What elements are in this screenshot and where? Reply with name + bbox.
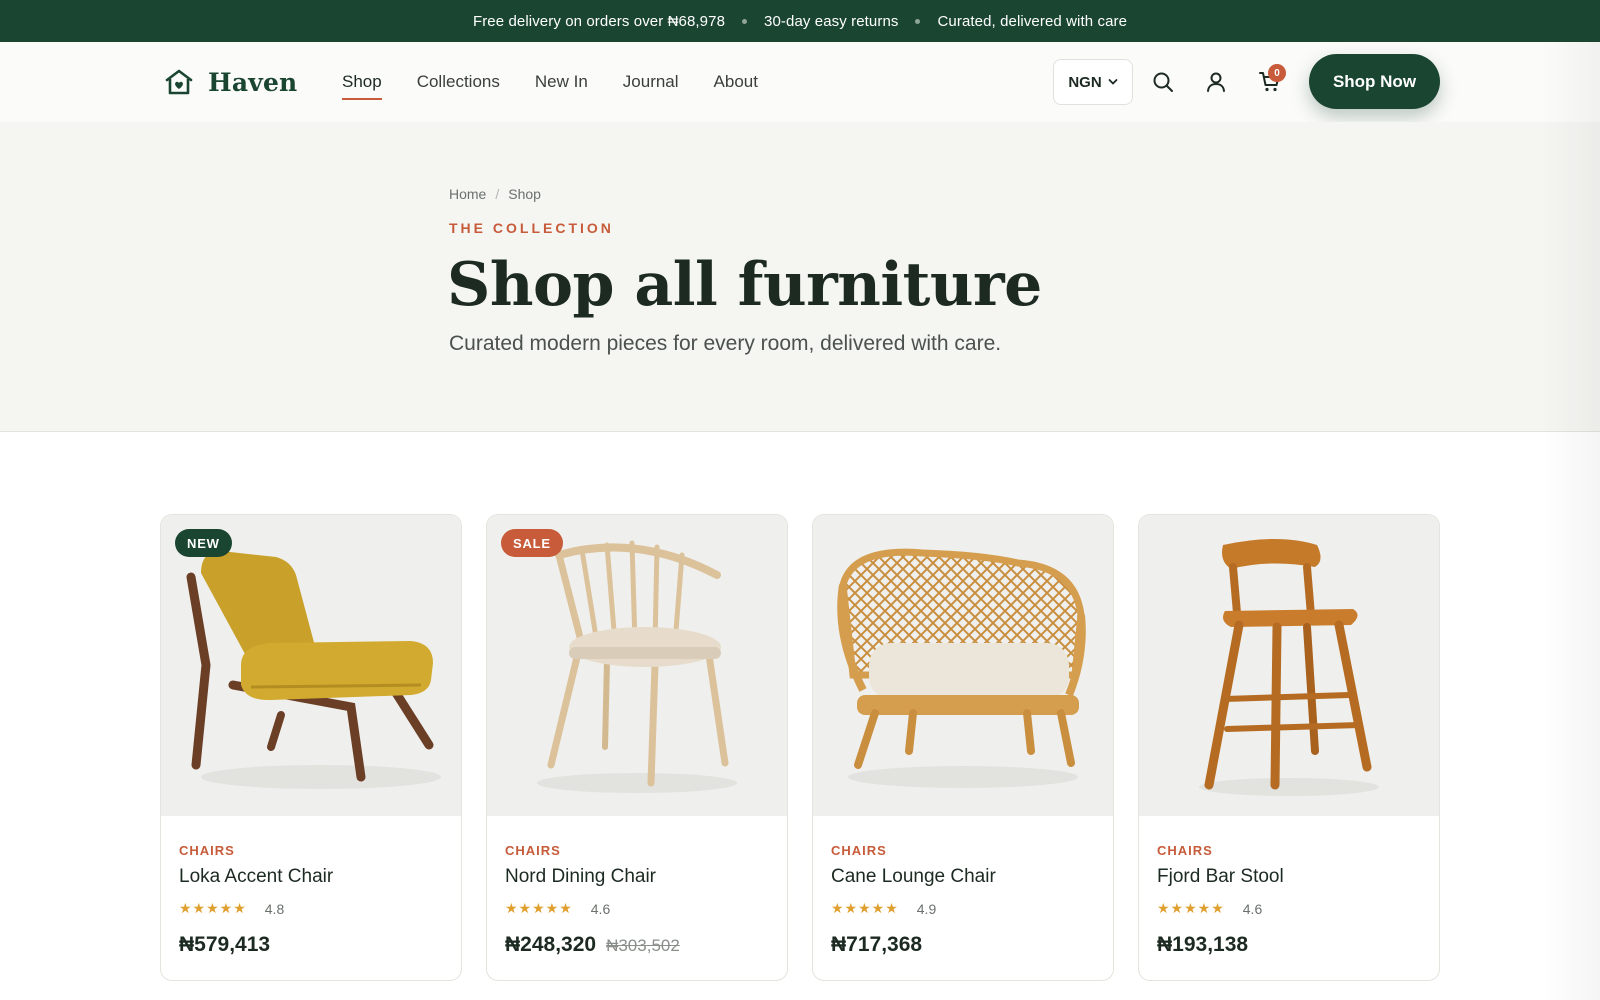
rating-stars: ★★★★★: [1157, 900, 1225, 916]
breadcrumb: Home / Shop: [449, 186, 541, 202]
page-subtitle: Curated modern pieces for every room, de…: [449, 332, 1002, 355]
site-header: Haven Shop Collections New In Journal Ab…: [0, 42, 1600, 122]
announcement-returns: 30-day easy returns: [764, 12, 899, 30]
section-eyebrow: THE COLLECTION: [449, 220, 614, 236]
product-rating: ★★★★★ 4.8: [179, 900, 284, 917]
nav-item-about[interactable]: About: [714, 70, 758, 94]
house-heart-icon: [165, 69, 193, 95]
currency-selector[interactable]: NGN: [1053, 59, 1133, 105]
separator-dot: [742, 18, 748, 24]
product-rating: ★★★★★ 4.6: [1157, 900, 1262, 917]
product-category: CHAIRS: [179, 843, 235, 858]
shop-now-button[interactable]: Shop Now: [1309, 54, 1440, 109]
product-price: ₦717,368: [831, 933, 923, 956]
product-image: [487, 515, 787, 816]
rating-value: 4.6: [1242, 900, 1263, 917]
product-grid: NEW CHAIRS Loka Accent Chair ★★★★★ 4.8 ₦…: [160, 514, 1442, 982]
price-row: ₦579,413: [179, 933, 270, 957]
product-price: ₦193,138: [1157, 933, 1249, 956]
sale-badge: SALE: [501, 529, 563, 557]
product-name[interactable]: Fjord Bar Stool: [1157, 866, 1284, 888]
announcement-bar: Free delivery on orders over ₦68,978 30-…: [0, 0, 1600, 42]
announcement-curated: Curated, delivered with care: [937, 12, 1128, 30]
product-price: ₦248,320: [505, 933, 597, 956]
original-price: ₦303,502: [606, 936, 680, 955]
brand-name: Haven: [208, 67, 298, 97]
accent-chair-image: [186, 551, 441, 789]
chevron-down-icon: [1108, 79, 1118, 85]
product-image: [161, 515, 461, 816]
account-icon[interactable]: [1204, 70, 1228, 94]
hero-section: Home / Shop THE COLLECTION Shop all furn…: [0, 122, 1600, 432]
product-image: [1139, 515, 1439, 816]
price-row: ₦248,320 ₦303,502: [505, 933, 680, 957]
rating-stars: ★★★★★: [505, 900, 573, 916]
product-rating: ★★★★★ 4.9: [831, 900, 936, 917]
product-image: [813, 515, 1113, 816]
brand-logo[interactable]: Haven: [164, 64, 297, 100]
rattan-chair-image: [837, 548, 1086, 788]
product-card[interactable]: NEW CHAIRS Loka Accent Chair ★★★★★ 4.8 ₦…: [160, 514, 462, 981]
nav-item-shop[interactable]: Shop: [342, 70, 382, 100]
price-row: ₦193,138: [1157, 933, 1248, 957]
product-name[interactable]: Loka Accent Chair: [179, 866, 333, 888]
product-category: CHAIRS: [505, 843, 561, 858]
nav-item-journal[interactable]: Journal: [623, 70, 679, 94]
rating-stars: ★★★★★: [179, 900, 247, 916]
page-title: Shop all furniture: [447, 250, 1042, 320]
product-rating: ★★★★★ 4.6: [505, 900, 610, 917]
new-badge: NEW: [175, 529, 232, 557]
breadcrumb-current: Shop: [508, 186, 541, 202]
currency-value: NGN: [1068, 73, 1102, 91]
rating-value: 4.8: [264, 900, 285, 917]
nav-item-collections[interactable]: Collections: [417, 70, 500, 94]
product-card[interactable]: SALE CHAIRS Nord Dining Chair ★★★★★ 4.6 …: [486, 514, 788, 981]
breadcrumb-separator: /: [495, 186, 500, 202]
cart-count-badge: 0: [1268, 64, 1286, 82]
breadcrumb-home[interactable]: Home: [449, 186, 486, 202]
nav-item-new-in[interactable]: New In: [535, 70, 588, 94]
product-name[interactable]: Nord Dining Chair: [505, 866, 656, 888]
search-icon[interactable]: [1151, 70, 1175, 94]
rating-value: 4.9: [916, 900, 937, 917]
product-card[interactable]: CHAIRS Fjord Bar Stool ★★★★★ 4.6 ₦193,13…: [1138, 514, 1440, 981]
bar-stool-image: [1199, 539, 1379, 796]
separator-dot: [915, 18, 921, 24]
announcement-delivery: Free delivery on orders over ₦68,978: [472, 12, 726, 30]
rating-stars: ★★★★★: [831, 900, 899, 916]
product-card[interactable]: CHAIRS Cane Lounge Chair ★★★★★ 4.9 ₦717,…: [812, 514, 1114, 981]
product-name[interactable]: Cane Lounge Chair: [831, 866, 996, 888]
product-category: CHAIRS: [831, 843, 887, 858]
main-nav: Shop Collections New In Journal About: [342, 42, 758, 122]
product-price: ₦579,413: [179, 933, 271, 956]
price-row: ₦717,368: [831, 933, 922, 957]
product-category: CHAIRS: [1157, 843, 1213, 858]
dining-chair-image: [537, 540, 737, 793]
rating-value: 4.6: [590, 900, 611, 917]
